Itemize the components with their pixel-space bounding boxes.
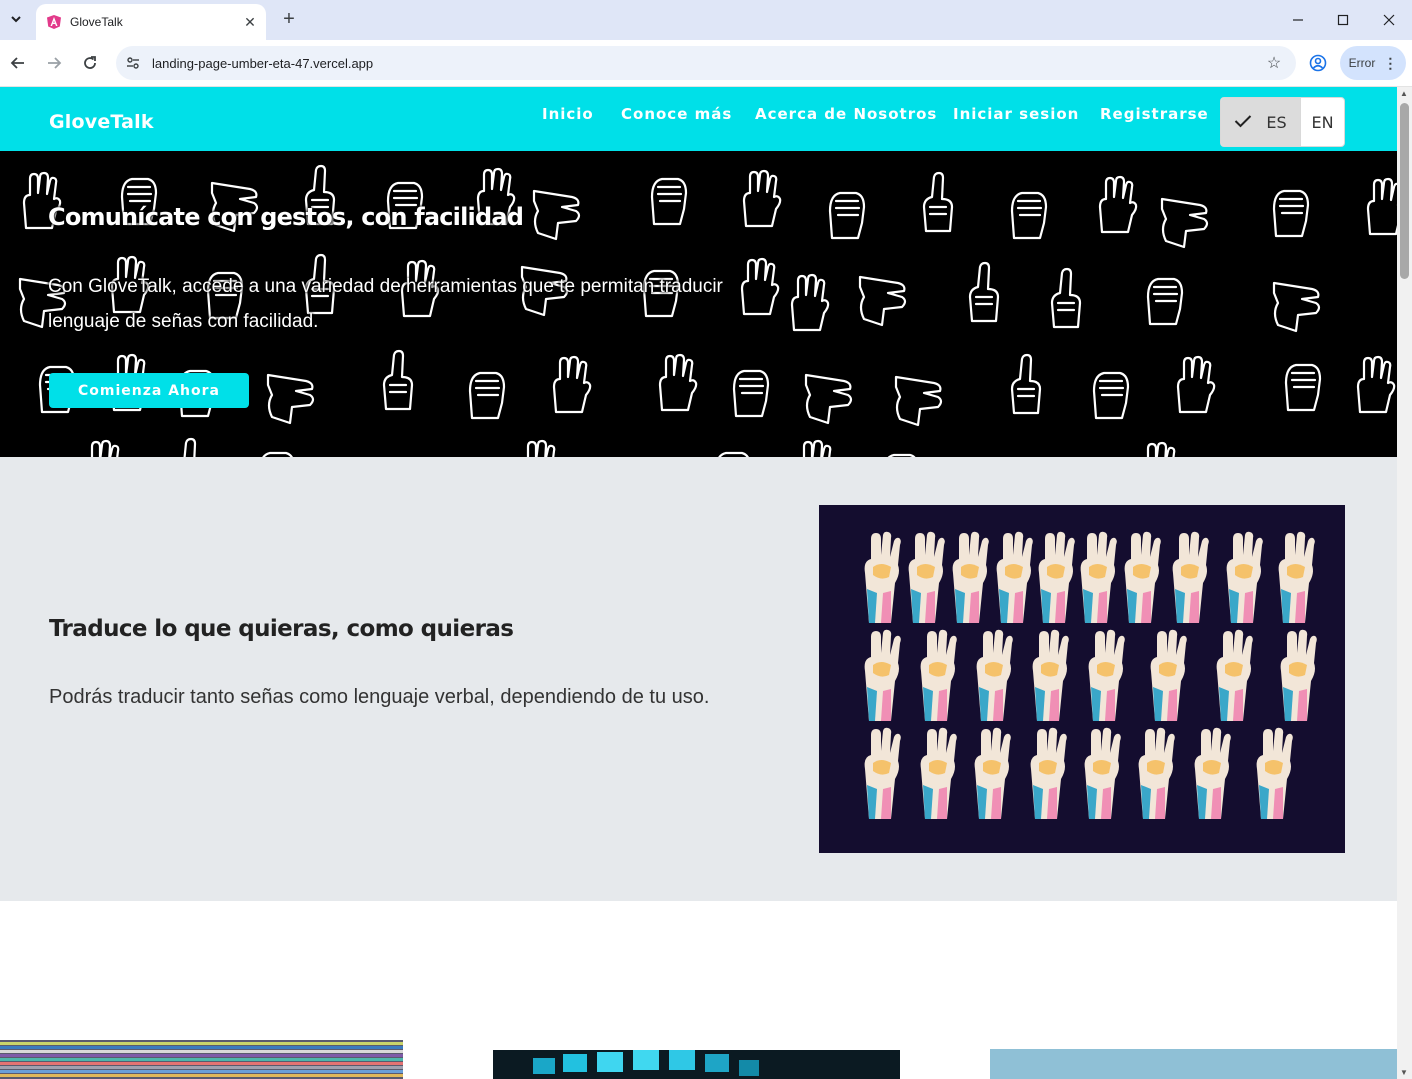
sign-alphabet-illustration — [819, 505, 1345, 853]
tab-title: GloveTalk — [70, 15, 123, 29]
hero-title: Comunícate con gestos, con facilidad — [48, 203, 524, 231]
nav-link-acerca[interactable]: Acerca de Nosotros — [755, 105, 937, 123]
profile-status: Error — [1348, 56, 1376, 70]
hand-illustrations — [864, 531, 1317, 819]
feature-title: Traduce lo que quieras, como quieras — [49, 616, 514, 642]
lang-es-label: ES — [1266, 112, 1287, 132]
scroll-up-icon[interactable]: ▲ — [1400, 89, 1408, 98]
cta-button[interactable]: Comienza Ahora — [49, 373, 249, 408]
card-image-3 — [990, 1049, 1397, 1079]
url-text: landing-page-umber-eta-47.vercel.app — [152, 55, 374, 71]
browser-toolbar: landing-page-umber-eta-47.vercel.app ☆ E… — [0, 40, 1412, 87]
site-info-icon[interactable] — [122, 52, 144, 74]
more-icon[interactable]: ⋮ — [1383, 55, 1397, 72]
address-bar[interactable]: landing-page-umber-eta-47.vercel.app ☆ — [116, 46, 1296, 80]
hero-description: Con GloveTalk, accede a una variedad de … — [48, 276, 723, 332]
lang-en-button[interactable]: EN — [1300, 98, 1344, 146]
profile-icon[interactable] — [1306, 51, 1330, 75]
maximize-icon[interactable] — [1331, 8, 1355, 32]
language-toggle: ES EN — [1220, 97, 1345, 147]
window-close-icon[interactable] — [1377, 8, 1401, 32]
scroll-down-icon[interactable]: ▼ — [1400, 1068, 1408, 1077]
nav-link-iniciar-sesion[interactable]: Iniciar sesion — [953, 105, 1079, 123]
lang-en-label: EN — [1311, 112, 1334, 132]
page-viewport: GloveTalk Inicio Conoce más Acerca de No… — [0, 87, 1397, 1079]
scroll-thumb[interactable] — [1400, 103, 1409, 279]
forward-icon[interactable] — [42, 51, 66, 75]
feature-section: Traduce lo que quieras, como quieras Pod… — [0, 457, 1397, 901]
tab-search-icon[interactable] — [4, 7, 28, 31]
plus-icon[interactable]: + — [278, 8, 300, 30]
back-icon[interactable] — [6, 51, 30, 75]
nav-link-inicio[interactable]: Inicio — [542, 105, 594, 123]
angular-favicon-icon — [47, 15, 61, 29]
tech-abstract-image — [493, 1050, 900, 1079]
nav-link-conoce-mas[interactable]: Conoce más — [621, 105, 732, 123]
nav-link-registrarse[interactable]: Registrarse — [1100, 105, 1209, 123]
site-navbar: GloveTalk Inicio Conoce más Acerca de No… — [0, 87, 1397, 151]
feature-description: Podrás traducir tanto señas como lenguaj… — [49, 686, 710, 708]
card-image-1 — [0, 1040, 403, 1079]
star-icon[interactable]: ☆ — [1262, 51, 1286, 75]
check-icon — [1234, 112, 1252, 133]
browser-tab[interactable]: GloveTalk ✕ — [36, 4, 266, 40]
reload-icon[interactable] — [78, 51, 102, 75]
minimize-icon[interactable] — [1286, 8, 1310, 32]
hero-section: Comunícate con gestos, con facilidad Con… — [0, 151, 1397, 457]
lang-es-button[interactable]: ES — [1221, 98, 1300, 146]
close-icon[interactable]: ✕ — [240, 12, 260, 32]
striped-books-image — [0, 1040, 403, 1079]
brand-logo[interactable]: GloveTalk — [49, 111, 154, 133]
browser-tab-bar: GloveTalk ✕ + — [0, 0, 1412, 40]
profile-error-chip[interactable]: Error ⋮ — [1340, 46, 1406, 80]
card-image-2 — [493, 1050, 900, 1079]
vertical-scrollbar[interactable]: ▲ ▼ — [1397, 87, 1412, 1079]
colorful-hands-image — [864, 531, 1317, 819]
